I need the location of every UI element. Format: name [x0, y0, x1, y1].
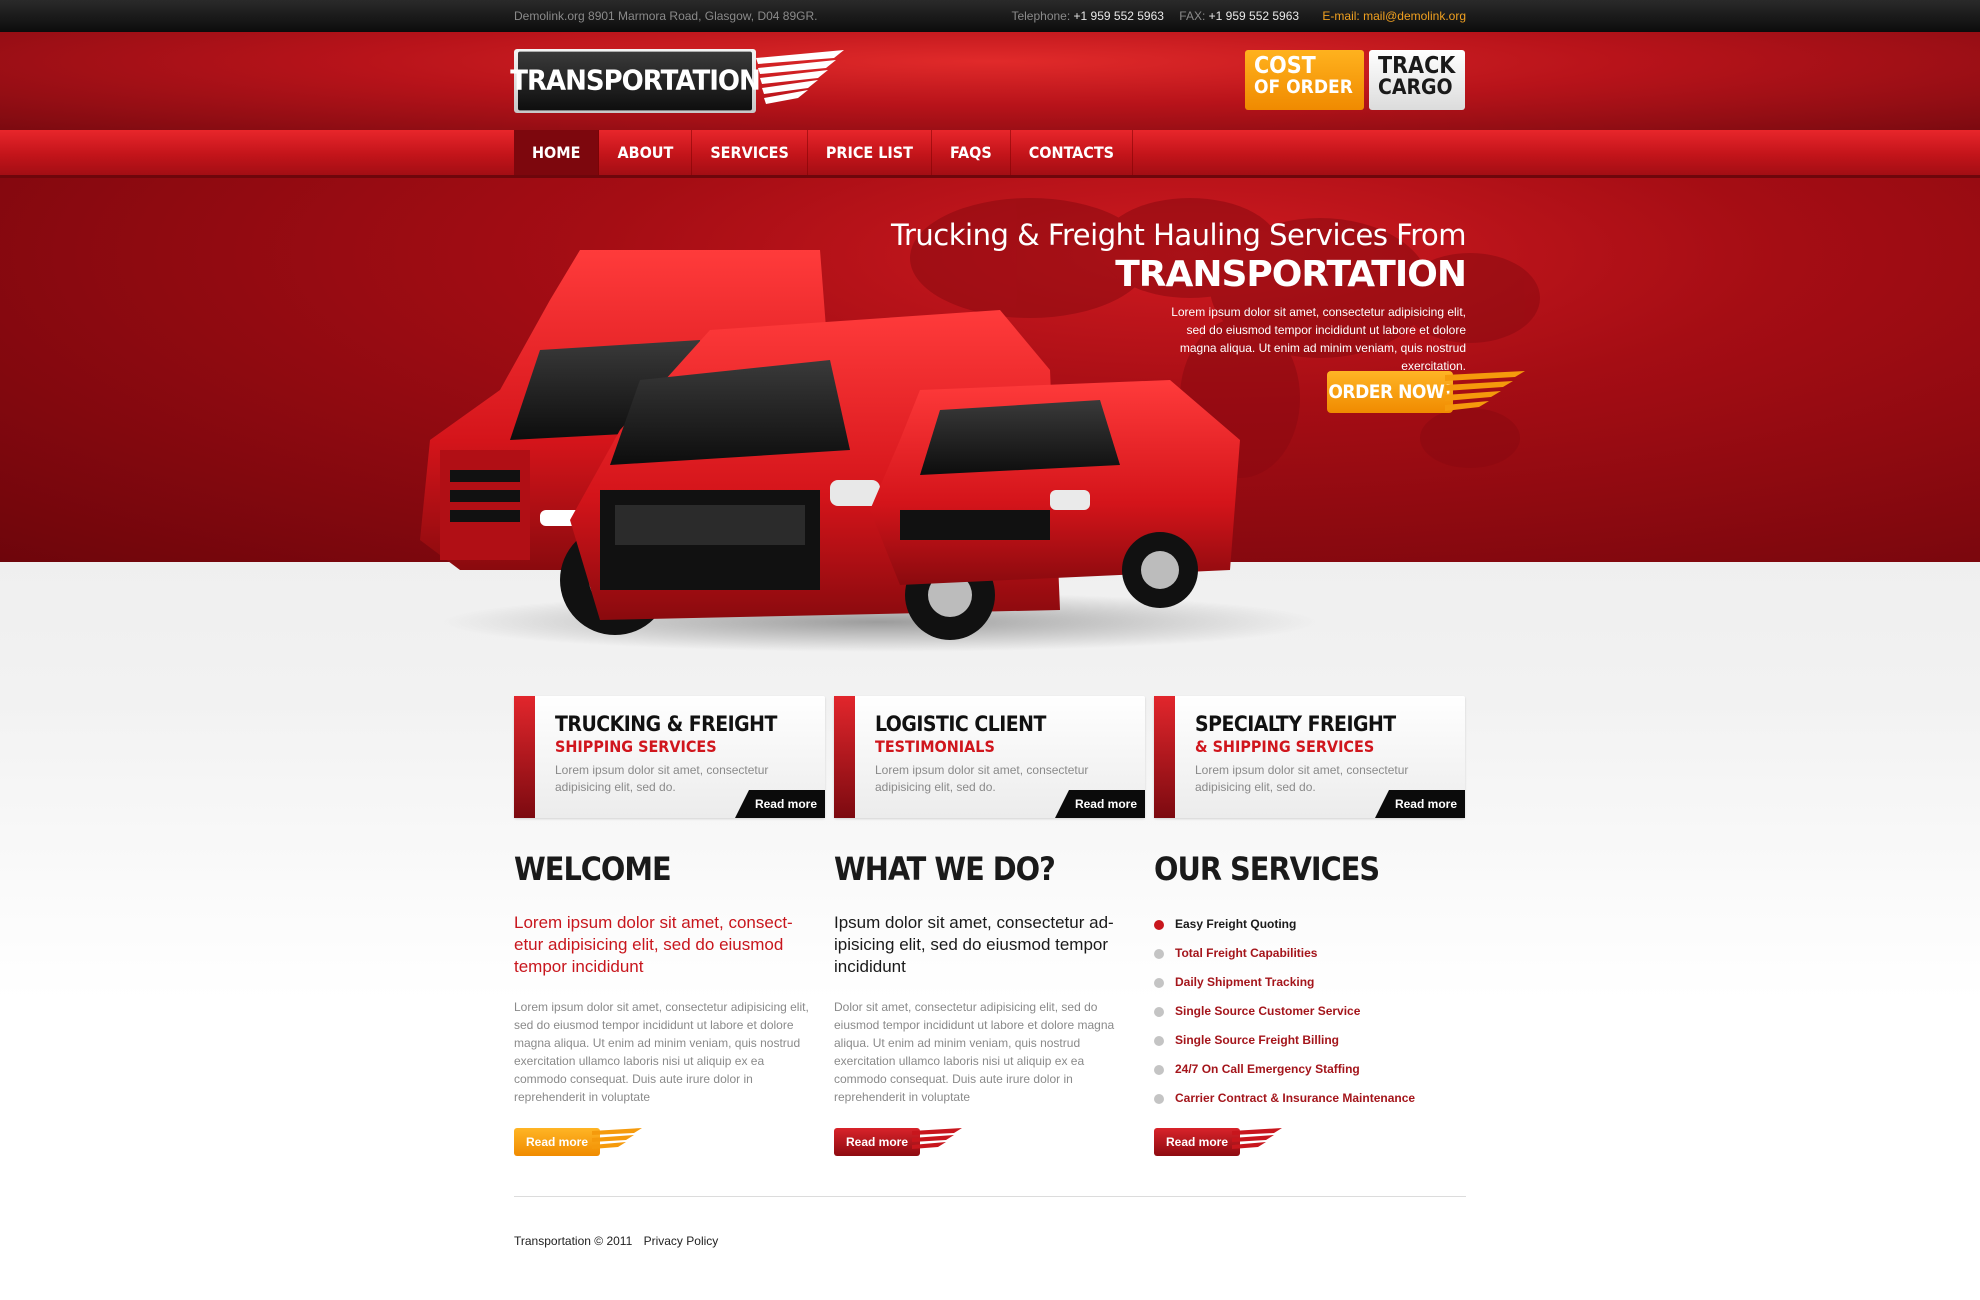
nav-faqs[interactable]: FAQS	[932, 130, 1011, 175]
cost-line1: COST	[1254, 53, 1316, 79]
nav-services[interactable]: SERVICES	[692, 130, 808, 175]
wings-icon	[1232, 1128, 1282, 1149]
nav-contacts[interactable]: CONTACTS	[1011, 130, 1134, 175]
feature-box-specialty: SPECIALTY FREIGHT & SHIPPING SERVICES Lo…	[1154, 696, 1465, 818]
services-read-more-button[interactable]: Read more	[1154, 1128, 1284, 1158]
service-item[interactable]: Easy Freight Quoting	[1154, 910, 1454, 939]
read-more-label: Read more	[1154, 1128, 1240, 1156]
our-services-heading: OUR SERVICES	[1154, 850, 1380, 888]
read-more-label: Read more	[514, 1128, 600, 1156]
bullet-icon	[1154, 949, 1164, 959]
welcome-heading: WELCOME	[514, 850, 672, 888]
site-logo[interactable]: TRANSPORTATION	[510, 49, 761, 113]
footer-divider	[514, 1196, 1466, 1197]
main-nav-bar: HOME ABOUT SERVICES PRICE LIST FAQS CONT…	[0, 130, 1980, 178]
read-more-label: Read more	[834, 1128, 920, 1156]
our-services-section: OUR SERVICES Easy Freight Quoting Total …	[1154, 850, 1454, 1113]
service-item[interactable]: Daily Shipment Tracking	[1154, 968, 1454, 997]
box-accent-bar	[1154, 696, 1175, 818]
what-we-do-lead: Ipsum dolor sit amet, consectetur ad-ipi…	[834, 913, 1114, 976]
footer: Transportation © 2011 Privacy Policy	[514, 1234, 726, 1248]
telephone-label: Telephone:	[1011, 9, 1071, 23]
feature-box-logistic: LOGISTIC CLIENT TESTIMONIALS Lorem ipsum…	[834, 696, 1145, 818]
bullet-icon	[1154, 920, 1164, 930]
service-label: Single Source Customer Service	[1175, 1004, 1361, 1018]
nav-about[interactable]: ABOUT	[599, 130, 693, 175]
track-line2: CARGO	[1378, 75, 1453, 99]
nav-price-list[interactable]: PRICE LIST	[808, 130, 932, 175]
wings-icon	[756, 50, 844, 104]
order-now-button[interactable]: ORDER NOW!	[1327, 371, 1527, 415]
telephone-value: +1 959 552 5963	[1073, 9, 1164, 23]
service-label: Carrier Contract & Insurance Maintenance	[1175, 1091, 1416, 1105]
track-cargo-button[interactable]: TRACK CARGO	[1369, 50, 1465, 110]
services-list: Easy Freight Quoting Total Freight Capab…	[1154, 910, 1454, 1113]
what-we-do-read-more-button[interactable]: Read more	[834, 1128, 964, 1158]
bullet-icon	[1154, 1065, 1164, 1075]
service-item[interactable]: Total Freight Capabilities	[1154, 939, 1454, 968]
welcome-section: WELCOME Lorem ipsum dolor sit amet, cons…	[514, 850, 814, 1106]
email-link[interactable]: mail@demolink.org	[1363, 9, 1466, 23]
fax-value: +1 959 552 5963	[1208, 9, 1300, 23]
box-title: TRUCKING & FREIGHT	[555, 712, 777, 736]
read-more-button[interactable]: Read more	[1375, 790, 1465, 818]
main-nav: HOME ABOUT SERVICES PRICE LIST FAQS CONT…	[514, 130, 1134, 175]
bullet-icon	[1154, 1036, 1164, 1046]
service-label: Single Source Freight Billing	[1175, 1033, 1340, 1047]
nav-home[interactable]: HOME	[514, 130, 600, 175]
box-subtitle: SHIPPING SERVICES	[555, 737, 717, 756]
service-label: 24/7 On Call Emergency Staffing	[1175, 1062, 1360, 1076]
box-accent-bar	[514, 696, 535, 818]
cost-of-order-button[interactable]: COST OF ORDER	[1245, 50, 1364, 110]
box-accent-bar	[834, 696, 855, 818]
feature-box-trucking: TRUCKING & FREIGHT SHIPPING SERVICES Lor…	[514, 696, 825, 818]
bullet-icon	[1154, 1094, 1164, 1104]
bullet-icon	[1154, 978, 1164, 988]
read-more-button[interactable]: Read more	[1055, 790, 1145, 818]
box-title: LOGISTIC CLIENT	[875, 712, 1046, 736]
wings-icon	[592, 1128, 642, 1149]
service-label: Daily Shipment Tracking	[1175, 975, 1315, 989]
service-label: Easy Freight Quoting	[1175, 917, 1297, 931]
logo-text: TRANSPORTATION	[510, 51, 761, 111]
what-we-do-section: WHAT WE DO? Ipsum dolor sit amet, consec…	[834, 850, 1134, 1106]
what-we-do-body: Dolor sit amet, consectetur adipisicing …	[834, 1000, 1115, 1104]
hero-text: Trucking & Freight Hauling Services From…	[866, 218, 1467, 375]
header: TRANSPORTATION COST OF ORDER TRACK CARGO	[0, 32, 1980, 130]
wings-icon	[912, 1128, 962, 1149]
email-label: E-mail:	[1322, 9, 1360, 23]
service-item[interactable]: Single Source Freight Billing	[1154, 1026, 1454, 1055]
contact-info: Telephone: +1 959 552 5963 FAX: +1 959 5…	[1011, 0, 1466, 32]
hero-title: TRANSPORTATION	[1115, 254, 1467, 295]
box-subtitle: & SHIPPING SERVICES	[1195, 737, 1375, 756]
service-label: Total Freight Capabilities	[1175, 946, 1318, 960]
read-more-button[interactable]: Read more	[735, 790, 825, 818]
bullet-icon	[1154, 1007, 1164, 1017]
fax-label: FAX:	[1179, 9, 1206, 23]
order-wings-icon	[1445, 371, 1525, 411]
copyright-text: Transportation © 2011	[514, 1234, 633, 1248]
welcome-lead: Lorem ipsum dolor sit amet, consect-etur…	[514, 913, 793, 976]
service-item[interactable]: Single Source Customer Service	[1154, 997, 1454, 1026]
order-now-label: ORDER NOW!	[1327, 371, 1453, 413]
hero-description: Lorem ipsum dolor sit amet, consectetur …	[1171, 305, 1466, 373]
company-address: Demolink.org 8901 Marmora Road, Glasgow,…	[514, 9, 818, 23]
service-item[interactable]: 24/7 On Call Emergency Staffing	[1154, 1055, 1454, 1084]
welcome-read-more-button[interactable]: Read more	[514, 1128, 644, 1158]
welcome-body: Lorem ipsum dolor sit amet, consectetur …	[514, 1000, 809, 1104]
box-title: SPECIALTY FREIGHT	[1195, 712, 1396, 736]
what-we-do-heading: WHAT WE DO?	[834, 850, 1056, 888]
box-subtitle: TESTIMONIALS	[875, 737, 995, 756]
top-bar: Demolink.org 8901 Marmora Road, Glasgow,…	[0, 0, 1980, 32]
cost-line2: OF ORDER	[1254, 76, 1353, 98]
privacy-policy-link[interactable]: Privacy Policy	[644, 1234, 719, 1248]
track-line1: TRACK	[1378, 53, 1456, 79]
service-item[interactable]: Carrier Contract & Insurance Maintenance	[1154, 1084, 1454, 1113]
hero-subtitle: Trucking & Freight Hauling Services From	[891, 218, 1466, 252]
